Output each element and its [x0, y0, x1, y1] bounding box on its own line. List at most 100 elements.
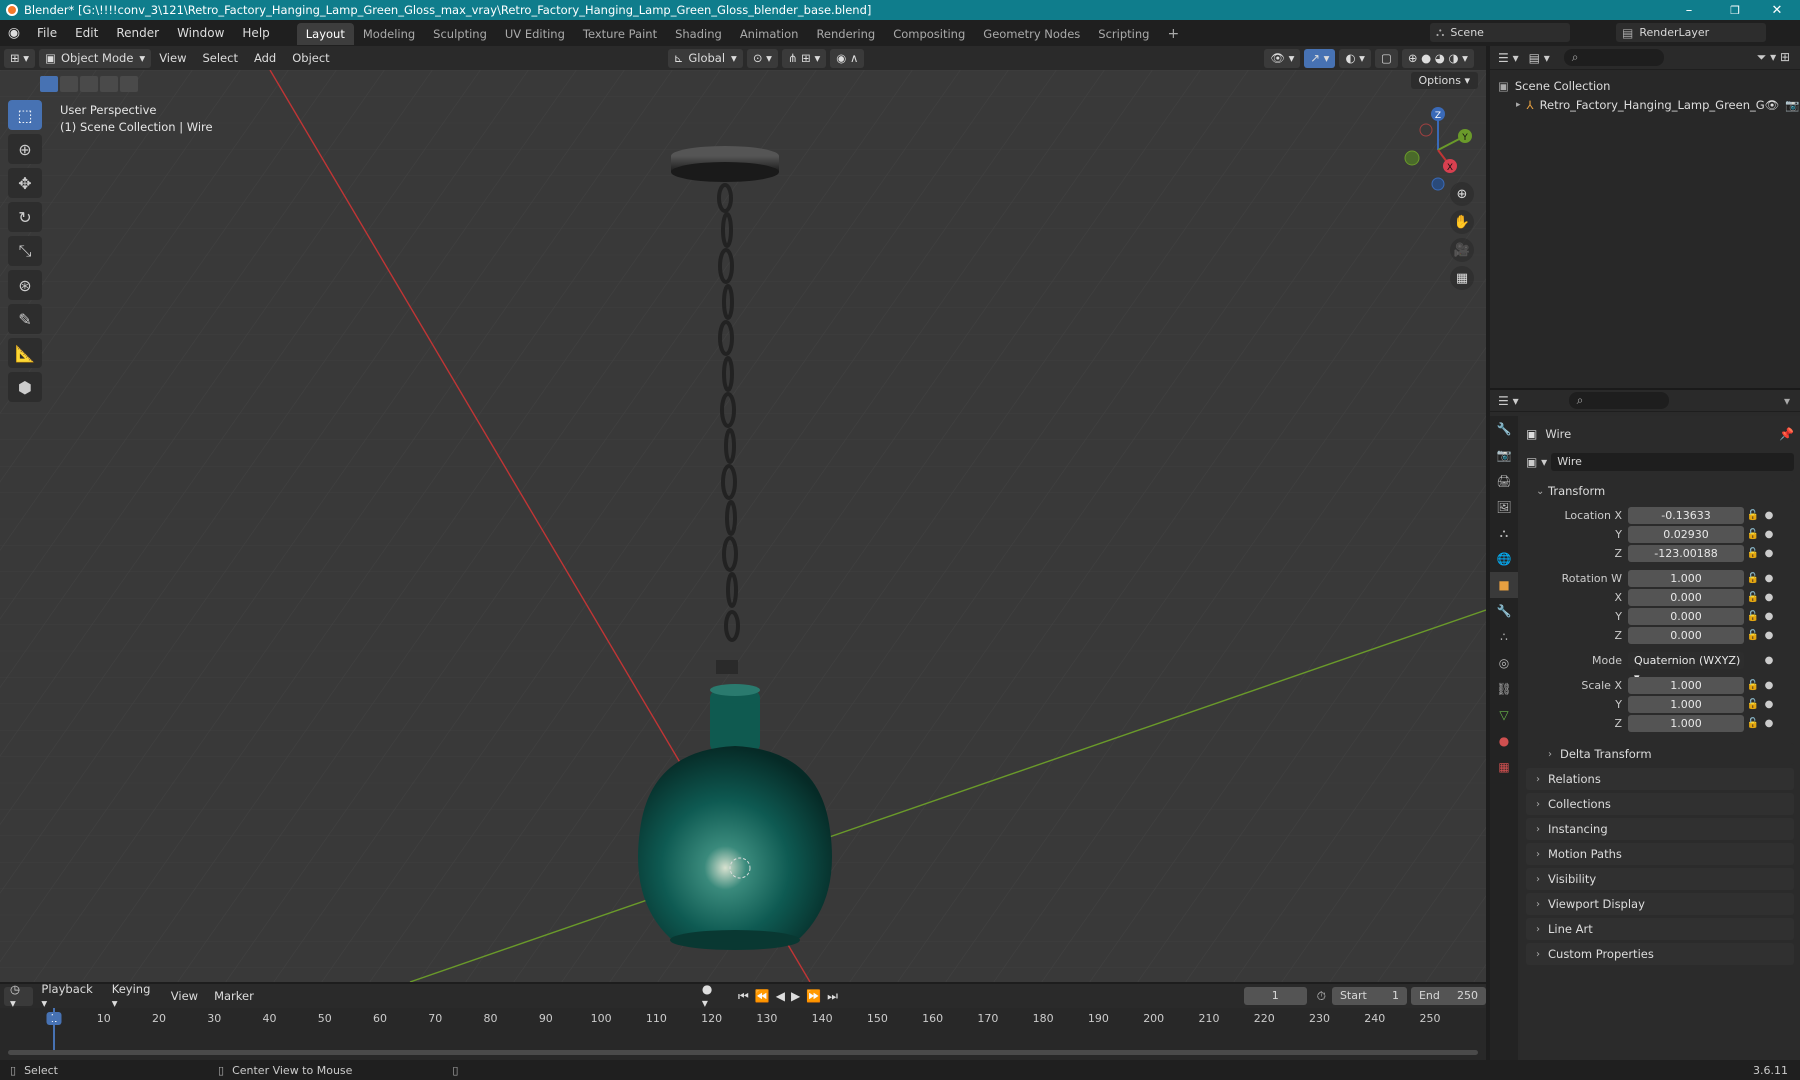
minimize-button[interactable]: – — [1666, 0, 1712, 20]
menu-add[interactable]: Add — [246, 51, 284, 65]
instancing-panel-header[interactable]: › Instancing — [1526, 818, 1794, 840]
xray-icon[interactable]: ▢ — [1374, 48, 1398, 68]
keyframe-dot-icon[interactable]: ● — [1762, 510, 1776, 521]
add-workspace-button[interactable]: + — [1158, 23, 1188, 45]
properties-options-icon[interactable]: ▾ — [1784, 394, 1790, 408]
render-tab-icon[interactable]: 📷 — [1490, 442, 1518, 468]
timeline[interactable]: 1102030405060708090100110120130140150160… — [0, 1008, 1486, 1060]
tab-sculpting[interactable]: Sculpting — [424, 23, 496, 45]
keyframe-dot-icon[interactable]: ● — [1762, 630, 1776, 641]
pin-icon[interactable]: 📌 — [1779, 427, 1794, 441]
playhead[interactable] — [53, 1008, 55, 1052]
overlays-icon[interactable]: ◐ ▾ — [1339, 48, 1371, 68]
lock-icon[interactable]: 🔓 — [1744, 680, 1762, 691]
lock-icon[interactable]: 🔓 — [1744, 573, 1762, 584]
playback-controls[interactable]: ⏮⏪◀▶⏩⏭ — [738, 989, 844, 1004]
annotate-tool-icon[interactable]: ✎ — [8, 304, 42, 334]
options-button[interactable]: Options ▾ — [1410, 72, 1478, 89]
stopwatch-icon[interactable]: ⏱ — [1317, 989, 1326, 1004]
motion-paths-panel-header[interactable]: › Motion Paths — [1526, 843, 1794, 865]
current-frame-field[interactable]: 1 — [1243, 987, 1307, 1005]
menu-render[interactable]: Render — [107, 20, 168, 46]
menu-file[interactable]: File — [28, 20, 66, 46]
pan-hand-icon[interactable]: ✋ — [1450, 210, 1474, 234]
cursor-tool-icon[interactable]: ⊕ — [8, 134, 42, 164]
blender-menu-icon[interactable]: ◉ — [0, 25, 28, 41]
view-layer-tab-icon[interactable]: 🖼 — [1490, 494, 1518, 520]
menu-edit[interactable]: Edit — [66, 20, 107, 46]
rotation-x-field[interactable]: 0.000 — [1628, 589, 1744, 606]
tool-tab-icon[interactable]: 🔧 — [1490, 416, 1518, 442]
data-tab-icon[interactable]: ▽ — [1490, 702, 1518, 728]
modifier-tab-icon[interactable]: 🔧 — [1490, 598, 1518, 624]
scene-tab-icon[interactable]: ⛬ — [1490, 520, 1518, 546]
rotation-z-field[interactable]: 0.000 — [1628, 627, 1744, 644]
move-tool-icon[interactable]: ✥ — [8, 168, 42, 198]
texture-tab-icon[interactable]: ▦ — [1490, 754, 1518, 780]
proportional-edit-icon[interactable]: ◉ ∧ — [830, 48, 865, 68]
transform-panel-header[interactable]: ⌄ Transform — [1526, 480, 1794, 502]
tab-scripting[interactable]: Scripting — [1089, 23, 1158, 45]
menu-select[interactable]: Select — [194, 51, 245, 65]
select-subtract-icon[interactable] — [80, 76, 98, 92]
select-extend-icon[interactable] — [60, 76, 78, 92]
visibility-panel-header[interactable]: › Visibility — [1526, 868, 1794, 890]
keyframe-dot-icon[interactable]: ● — [1762, 611, 1776, 622]
tab-rendering[interactable]: Rendering — [807, 23, 884, 45]
menu-view[interactable]: View — [151, 51, 194, 65]
lock-icon[interactable]: 🔓 — [1744, 592, 1762, 603]
tab-texture-paint[interactable]: Texture Paint — [574, 23, 666, 45]
zoom-icon[interactable]: ⊕ — [1450, 182, 1474, 206]
rotation-mode-select[interactable]: Quaternion (WXYZ) ▾ — [1628, 652, 1744, 684]
custom-properties-panel-header[interactable]: › Custom Properties — [1526, 943, 1794, 965]
start-frame-field[interactable]: Start 1 — [1331, 987, 1407, 1005]
mode-selector[interactable]: ▣ Object Mode ▾ — [39, 48, 152, 68]
constraints-tab-icon[interactable]: ⛓ — [1490, 676, 1518, 702]
transform-tool-icon[interactable]: ⊛ — [8, 270, 42, 300]
select-intersect-icon[interactable] — [120, 76, 138, 92]
object-tab-icon[interactable]: ■ — [1490, 572, 1518, 598]
select-new-icon[interactable] — [40, 76, 58, 92]
scale-x-field[interactable]: 1.000 — [1628, 677, 1744, 694]
relations-panel-header[interactable]: › Relations — [1526, 768, 1794, 790]
shading-modes-icon[interactable]: ⊕ ● ◕ ◑ ▾ — [1401, 48, 1474, 68]
maximize-button[interactable]: ❐ — [1712, 0, 1758, 20]
lock-icon[interactable]: 🔓 — [1744, 510, 1762, 521]
world-tab-icon[interactable]: 🌐 — [1490, 546, 1518, 572]
location-x-field[interactable]: -0.13633 — [1628, 507, 1744, 524]
properties-search-input[interactable]: ⌕ — [1568, 392, 1669, 409]
menu-timeline-view[interactable]: View — [163, 989, 206, 1003]
display-mode-icon[interactable]: ▤ ▾ — [1529, 51, 1550, 65]
tab-compositing[interactable]: Compositing — [884, 23, 974, 45]
visibility-icon[interactable]: 👁 ▾ — [1264, 48, 1301, 68]
measure-tool-icon[interactable]: 📐 — [8, 338, 42, 368]
pivot-icon[interactable]: ⊙ ▾ — [746, 48, 778, 68]
tab-shading[interactable]: Shading — [666, 23, 731, 45]
camera-render-icon[interactable]: 📷 — [1785, 98, 1799, 112]
object-name-field[interactable]: Wire — [1551, 453, 1794, 471]
physics-tab-icon[interactable]: ◎ — [1490, 650, 1518, 676]
scale-z-field[interactable]: 1.000 — [1628, 715, 1744, 732]
eye-icon[interactable]: 👁 — [1765, 98, 1780, 112]
outliner-item[interactable]: ▸ ⅄ Retro_Factory_Hanging_Lamp_Green_G 👁… — [1498, 95, 1800, 114]
3d-viewport[interactable]: Z Y X ⬚ ⊕ ✥ ↻ ⤡ ⊛ ✎ 📐 ⬢ User Perspective… — [0, 70, 1486, 982]
properties-editor-type-icon[interactable]: ☰ ▾ — [1498, 394, 1519, 408]
keyframe-dot-icon[interactable]: ● — [1762, 680, 1776, 691]
select-box-tool-icon[interactable]: ⬚ — [8, 100, 42, 130]
tab-uv-editing[interactable]: UV Editing — [496, 23, 574, 45]
timeline-scrollbar[interactable] — [8, 1050, 1478, 1055]
orientation-selector[interactable]: ⊾ Global ▾ — [667, 48, 743, 68]
collections-panel-header[interactable]: › Collections — [1526, 793, 1794, 815]
menu-object[interactable]: Object — [284, 51, 337, 65]
outliner-editor-type-icon[interactable]: ☰ ▾ — [1498, 51, 1519, 65]
record-icon[interactable]: ● ▾ — [702, 982, 720, 1010]
location-z-field[interactable]: -123.00188 — [1628, 545, 1744, 562]
tab-animation[interactable]: Animation — [731, 23, 808, 45]
keyframe-dot-icon[interactable]: ● — [1762, 655, 1776, 666]
tab-geometry-nodes[interactable]: Geometry Nodes — [974, 23, 1089, 45]
delta-transform-header[interactable]: › Delta Transform — [1538, 743, 1794, 765]
close-window-button[interactable]: ✕ — [1754, 0, 1800, 20]
render-layer-selector[interactable]: ▤ RenderLayer — [1616, 23, 1766, 42]
end-frame-field[interactable]: End 250 — [1410, 987, 1486, 1005]
timeline-editor-type-icon[interactable]: ◷ ▾ — [4, 982, 34, 1010]
